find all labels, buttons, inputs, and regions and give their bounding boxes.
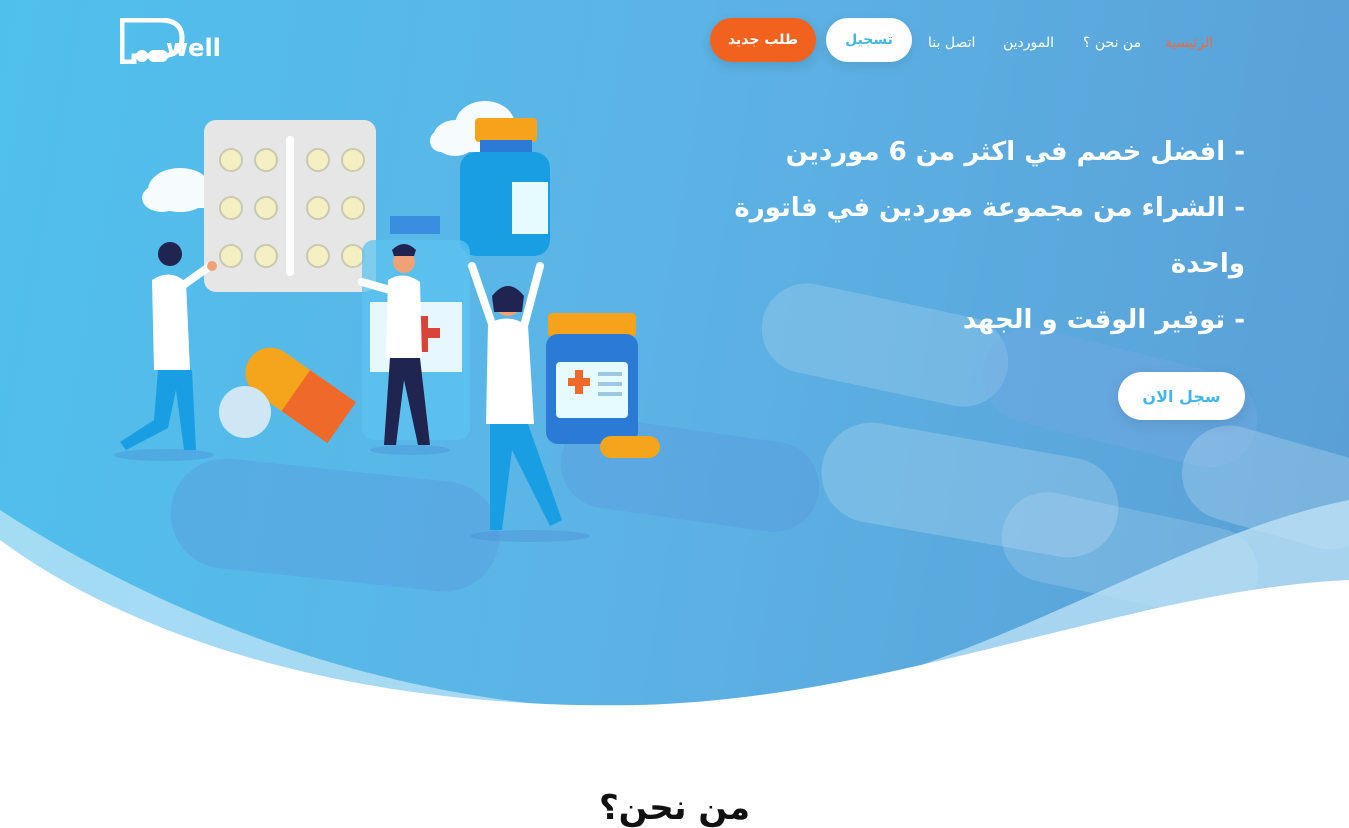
blister-pack-icon (204, 120, 376, 292)
new-order-button[interactable]: طلب جديد (710, 18, 816, 62)
logo-wordmark: well (166, 34, 221, 62)
nav-item-home[interactable]: الرئيسية (1165, 35, 1213, 51)
register-button[interactable]: تسجيل (826, 18, 912, 62)
pharmacy-illustration (114, 101, 660, 542)
register-now-button[interactable]: سجل الان (1118, 372, 1245, 420)
feature-item: - توفير الوقت و الجهد (962, 305, 1245, 335)
nav-item-suppliers[interactable]: الموردين (1003, 35, 1054, 51)
about-section-title: من نحن؟ (598, 788, 751, 828)
top-navbar: well الرئيسية من نحن ؟ الموردين اتصل بنا… (0, 0, 1349, 85)
tablet-icon (219, 386, 271, 438)
hero-features: - افضل خصم في اكثر من 6 موردين - الشراء … (725, 124, 1245, 348)
pharmacist-left-figure (114, 242, 217, 461)
feature-item: - افضل خصم في اكثر من 6 موردين (785, 137, 1245, 167)
nav-item-about[interactable]: من نحن ؟ (1083, 35, 1141, 51)
nav-item-contact[interactable]: اتصل بنا (928, 35, 975, 51)
feature-item: - الشراء من مجموعة موردين في فاتورة واحد… (734, 193, 1245, 279)
medicine-jar-icon (546, 313, 660, 458)
